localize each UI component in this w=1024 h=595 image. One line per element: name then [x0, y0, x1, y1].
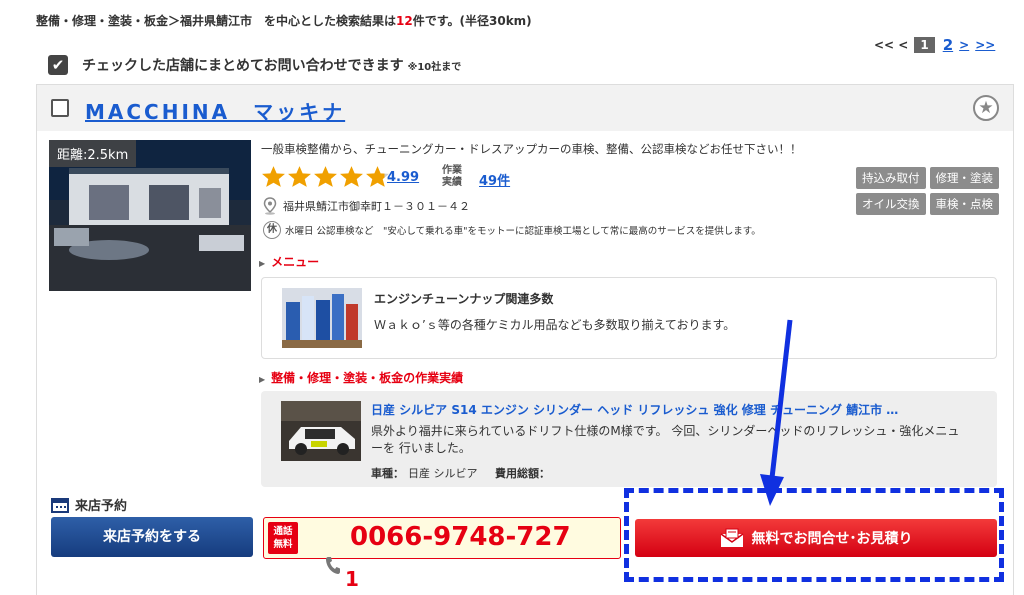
star-icon	[288, 166, 311, 187]
search-summary: 整備・修理・塗装・板金＞福井県鯖江市 を中心とした検索結果は12件です。(半径3…	[36, 12, 532, 29]
annotation-dashed-box	[624, 488, 1004, 582]
work-record-meta: 車種： 日産 シルビア 費用総額：	[371, 465, 554, 481]
shop-photo[interactable]: 距離:2.5km	[49, 140, 251, 291]
bulk-contact-row: ✔ チェックした店舗にまとめてお問い合わせできます ※10社まで	[48, 55, 461, 75]
work-record-count-link[interactable]: 49件	[479, 170, 510, 189]
work-record-item[interactable]: 日産 シルビア S14 エンジン シリンダー ヘッド リフレッシュ 強化 修理 …	[261, 391, 997, 487]
menu-item[interactable]: エンジンチューンナップ関連多数 Ｗａｋｏ’ｓ等の各種ケミカル用品なども多数取り揃…	[261, 277, 997, 359]
pager-last[interactable]: >>	[975, 38, 995, 52]
shop-select-checkbox[interactable]	[51, 99, 69, 117]
bulk-contact-label: チェックした店舗にまとめてお問い合わせできます	[82, 58, 404, 74]
pagination: << < 1 2 > >>	[874, 36, 995, 54]
phone-number: 0066-9748-727	[350, 522, 571, 552]
menu-section-label: メニュー	[271, 255, 320, 269]
favorite-star-icon[interactable]: ★	[973, 95, 999, 121]
work-record-title: 日産 シルビア S14 エンジン シリンダー ヘッド リフレッシュ 強化 修理 …	[371, 403, 899, 417]
shop-address-text: 福井県鯖江市御幸町１－３０１－４２	[283, 200, 470, 213]
rating-score-link[interactable]: 4.99	[387, 170, 419, 185]
work-record-label-2: 実績	[442, 177, 462, 188]
work-record-label: 作業 実績	[442, 165, 462, 189]
holiday-note-text: 水曜日 公認車検など "安心して乗れる車"をモットーに認証車検工場として常に最高…	[285, 226, 761, 237]
result-count: 12	[396, 14, 413, 28]
works-section-label: 整備・修理・塗装・板金の作業実績	[271, 371, 464, 385]
work-record-description: 県外より福井に来られているドリフト仕様のM様です。 今回、シリンダーヘッドのリフ…	[371, 424, 960, 455]
phone-icon	[326, 557, 340, 574]
car-type-value: 日産 シルビア	[408, 467, 478, 480]
star-icon	[340, 166, 363, 187]
bulk-contact-note: ※10社まで	[407, 61, 462, 73]
work-record-label-1: 作業	[442, 165, 462, 176]
pager-page-2[interactable]: 2	[943, 36, 953, 54]
car-type-label: 車種：	[371, 467, 404, 480]
shop-holiday-note: 休 水曜日 公認車検など "安心して乗れる車"をモットーに認証車検工場として常に…	[263, 221, 761, 239]
service-tag: 修理・塗装	[929, 167, 999, 189]
phone-extension: 1	[345, 567, 359, 591]
shop-card-header: MACCHINA マッキナ ★	[37, 85, 1013, 131]
triangle-right-icon: ▶	[259, 259, 266, 268]
pager-prev[interactable]: << <	[874, 38, 908, 52]
calendar-icon	[51, 497, 69, 513]
service-tag: 持込み取付	[856, 167, 926, 189]
works-section-title[interactable]: ▶ 整備・修理・塗装・板金の作業実績	[259, 369, 463, 386]
reservation-heading-text: 来店予約	[75, 499, 128, 514]
triangle-right-icon: ▶	[259, 375, 266, 384]
star-icon	[314, 166, 337, 187]
service-tags: 持込み取付 修理・塗装 オイル交換 車検・点検	[843, 167, 999, 215]
rating-stars	[261, 165, 390, 188]
service-tag: 車検・点検	[929, 193, 999, 215]
search-summary-suffix: 件です。(半径30km)	[412, 14, 532, 28]
distance-badge: 距離:2.5km	[49, 140, 137, 167]
shop-description: 一般車検整備から、チューニングカー・ドレスアップカーの車検、整備、公認車検などお…	[261, 142, 802, 156]
menu-item-title: エンジンチューンナップ関連多数	[374, 292, 554, 306]
reserve-visit-button[interactable]: 来店予約をする	[51, 517, 253, 557]
free-call-box[interactable]: 通話 無料 0066-9748-727	[263, 517, 621, 559]
pager-current-page: 1	[914, 37, 935, 53]
reservation-heading: 来店予約	[51, 495, 127, 514]
service-tag: オイル交換	[856, 193, 926, 215]
menu-item-image	[282, 288, 362, 348]
free-call-badge-line2: 無料	[273, 539, 293, 550]
search-summary-prefix: 整備・修理・塗装・板金＞福井県鯖江市 を中心とした検索結果は	[36, 14, 397, 28]
free-call-badge: 通話 無料	[268, 522, 298, 554]
shop-name-link[interactable]: MACCHINA マッキナ	[85, 96, 345, 125]
work-record-image	[281, 401, 361, 461]
map-pin-icon	[263, 197, 277, 215]
pager-next[interactable]: >	[959, 38, 969, 52]
menu-section-title[interactable]: ▶ メニュー	[259, 253, 319, 270]
free-call-badge-line1: 通話	[273, 526, 293, 537]
bulk-contact-checkbox[interactable]: ✔	[48, 55, 68, 75]
menu-item-description: Ｗａｋｏ’ｓ等の各種ケミカル用品なども多数取り揃えております。	[374, 318, 736, 332]
holiday-icon: 休	[263, 221, 281, 239]
star-icon	[262, 166, 285, 187]
total-cost-label: 費用総額：	[495, 467, 550, 480]
shop-address: 福井県鯖江市御幸町１－３０１－４２	[263, 197, 470, 215]
